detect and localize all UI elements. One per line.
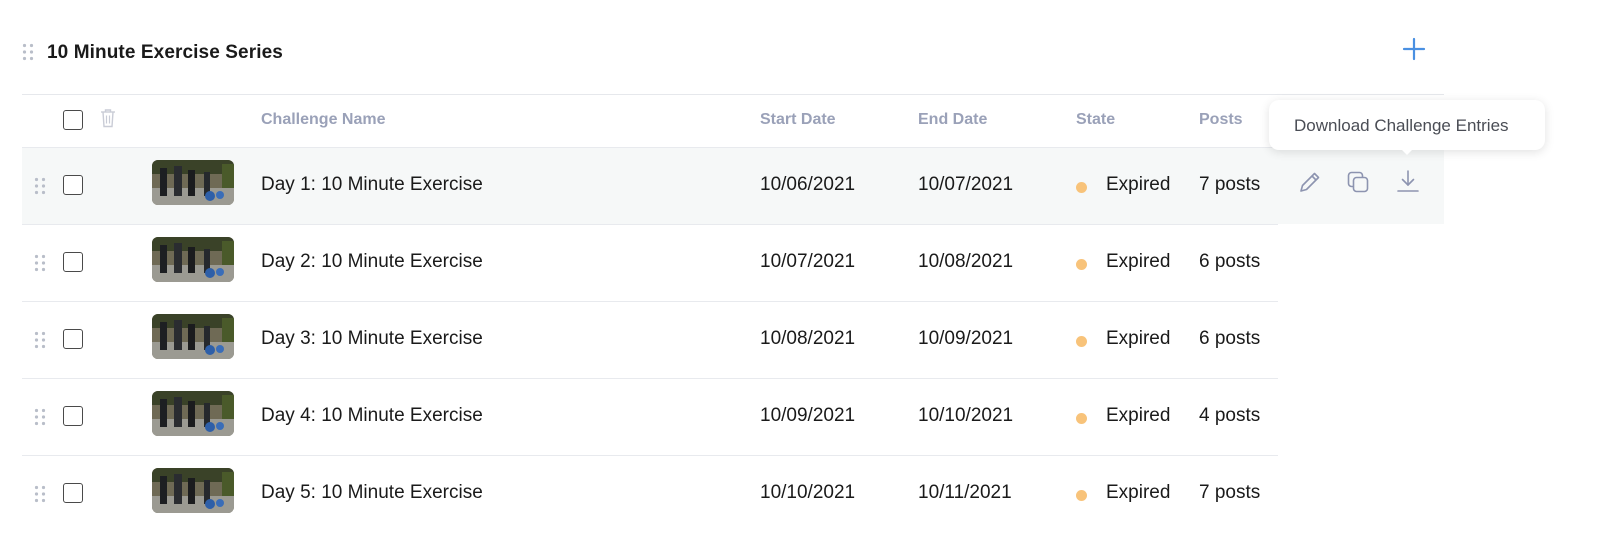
column-header-challenge-name[interactable]: Challenge Name bbox=[261, 111, 385, 129]
state-indicator-dot bbox=[1076, 490, 1087, 501]
challenge-thumbnail bbox=[152, 314, 234, 359]
table-row[interactable]: Day 4: 10 Minute Exercise 10/09/2021 10/10… bbox=[22, 378, 1278, 455]
table-row[interactable]: Day 2: 10 Minute Exercise 10/07/2021 10/08… bbox=[22, 224, 1278, 301]
drag-handle-icon[interactable] bbox=[34, 254, 46, 272]
start-date: 10/06/2021 bbox=[760, 174, 856, 195]
start-date: 10/09/2021 bbox=[760, 405, 856, 426]
start-date: 10/08/2021 bbox=[760, 328, 856, 349]
tooltip-arrow bbox=[1399, 147, 1415, 155]
table-row[interactable]: Day 1: 10 Minute Exercise 10/06/2021 10/07… bbox=[22, 147, 1444, 224]
state-indicator-dot bbox=[1076, 182, 1087, 193]
plus-icon[interactable] bbox=[1401, 36, 1427, 62]
series-header: 10 Minute Exercise Series bbox=[22, 36, 1444, 76]
state-indicator-dot bbox=[1076, 259, 1087, 270]
table-row[interactable]: Day 5: 10 Minute Exercise 10/10/2021 10/11… bbox=[22, 455, 1278, 532]
row-checkbox[interactable] bbox=[63, 252, 83, 272]
drag-handle-icon[interactable] bbox=[34, 485, 46, 503]
challenge-name[interactable]: Day 5: 10 Minute Exercise bbox=[261, 482, 483, 504]
state-indicator-dot bbox=[1076, 413, 1087, 424]
pencil-icon[interactable] bbox=[1296, 168, 1324, 196]
tooltip-text: Download Challenge Entries bbox=[1294, 116, 1509, 135]
state-label: Expired bbox=[1106, 174, 1171, 195]
column-header-posts[interactable]: Posts bbox=[1199, 111, 1243, 129]
posts-count: 4 posts bbox=[1199, 405, 1261, 426]
column-header-end-date[interactable]: End Date bbox=[918, 111, 987, 129]
column-header-start-date[interactable]: Start Date bbox=[760, 111, 836, 129]
trash-icon[interactable] bbox=[100, 108, 116, 128]
end-date: 10/08/2021 bbox=[918, 251, 1014, 272]
challenge-thumbnail bbox=[152, 160, 234, 205]
drag-handle-icon[interactable] bbox=[22, 43, 34, 61]
table-header: Challenge Name Start Date End Date State… bbox=[22, 95, 1278, 147]
state-label: Expired bbox=[1106, 482, 1171, 503]
row-checkbox[interactable] bbox=[63, 483, 83, 503]
state-label: Expired bbox=[1106, 251, 1171, 272]
challenge-name[interactable]: Day 2: 10 Minute Exercise bbox=[261, 251, 483, 273]
table-row[interactable]: Day 3: 10 Minute Exercise 10/08/2021 10/09… bbox=[22, 301, 1278, 378]
end-date: 10/07/2021 bbox=[918, 174, 1014, 195]
row-checkbox[interactable] bbox=[63, 406, 83, 426]
select-all-checkbox[interactable] bbox=[63, 110, 83, 130]
end-date: 10/09/2021 bbox=[918, 328, 1014, 349]
row-checkbox[interactable] bbox=[63, 329, 83, 349]
duplicate-icon[interactable] bbox=[1344, 168, 1372, 196]
download-icon[interactable] bbox=[1394, 168, 1422, 196]
challenge-name[interactable]: Day 4: 10 Minute Exercise bbox=[261, 405, 483, 427]
challenge-thumbnail bbox=[152, 391, 234, 436]
start-date: 10/10/2021 bbox=[760, 482, 856, 503]
challenge-name[interactable]: Day 3: 10 Minute Exercise bbox=[261, 328, 483, 350]
drag-handle-icon[interactable] bbox=[34, 177, 46, 195]
series-title: 10 Minute Exercise Series bbox=[47, 42, 283, 63]
drag-handle-icon[interactable] bbox=[34, 408, 46, 426]
start-date: 10/07/2021 bbox=[760, 251, 856, 272]
challenge-thumbnail bbox=[152, 468, 234, 513]
posts-count: 6 posts bbox=[1199, 251, 1261, 272]
column-header-state[interactable]: State bbox=[1076, 111, 1115, 129]
challenge-thumbnail bbox=[152, 237, 234, 282]
download-tooltip: Download Challenge Entries bbox=[1269, 100, 1545, 155]
posts-count: 6 posts bbox=[1199, 328, 1261, 349]
state-label: Expired bbox=[1106, 328, 1171, 349]
end-date: 10/10/2021 bbox=[918, 405, 1014, 426]
drag-handle-icon[interactable] bbox=[34, 331, 46, 349]
challenge-name[interactable]: Day 1: 10 Minute Exercise bbox=[261, 174, 483, 196]
row-checkbox[interactable] bbox=[63, 175, 83, 195]
posts-count: 7 posts bbox=[1199, 482, 1261, 503]
state-label: Expired bbox=[1106, 405, 1171, 426]
posts-count: 7 posts bbox=[1199, 174, 1261, 195]
state-indicator-dot bbox=[1076, 336, 1087, 347]
end-date: 10/11/2021 bbox=[918, 482, 1012, 503]
